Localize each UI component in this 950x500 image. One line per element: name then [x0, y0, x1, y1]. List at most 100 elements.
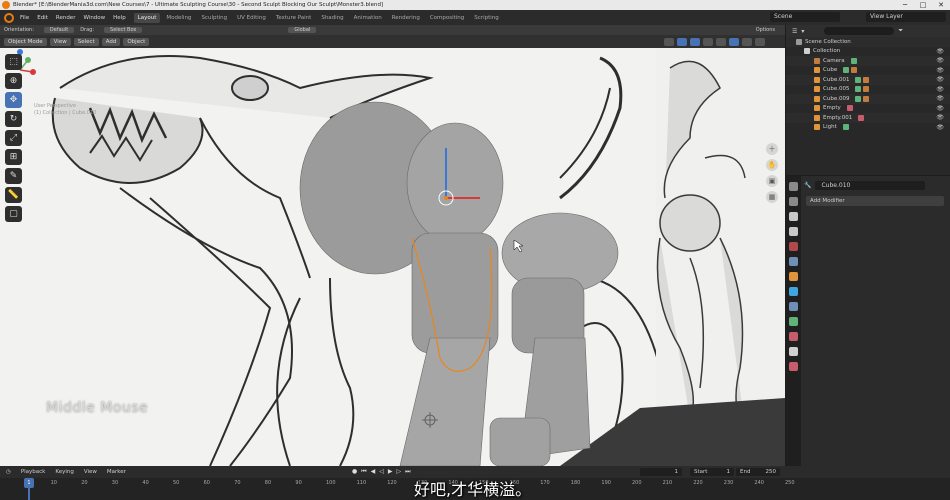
jump-start-icon[interactable]: ⏮ — [361, 468, 366, 476]
tab-scripting[interactable]: Scripting — [470, 13, 502, 23]
view-layer-tab-icon[interactable] — [789, 227, 798, 236]
active-object-field[interactable]: Cube.010 — [815, 180, 926, 190]
outliner-row-cube-009[interactable]: Cube.009 👁 — [786, 94, 950, 104]
add-modifier-dropdown[interactable]: Add Modifier — [806, 196, 944, 206]
tab-compositing[interactable]: Compositing — [426, 13, 468, 23]
tab-animation[interactable]: Animation — [350, 13, 386, 23]
object-tab-icon[interactable] — [789, 272, 798, 281]
visibility-icon[interactable] — [664, 37, 674, 46]
jump-end-icon[interactable]: ⏭ — [405, 468, 410, 476]
world-tab-icon[interactable] — [789, 257, 798, 266]
rendered-shading-icon[interactable] — [755, 37, 765, 46]
visibility-eye-icon[interactable]: 👁 — [936, 67, 944, 74]
menu-edit[interactable]: Edit — [37, 15, 48, 21]
tab-texture-paint[interactable]: Texture Paint — [272, 13, 316, 23]
constraints-tab-icon[interactable] — [789, 332, 798, 341]
visibility-eye-icon[interactable]: 👁 — [936, 48, 944, 55]
menu-render[interactable]: Render — [56, 15, 76, 21]
visibility-eye-icon[interactable]: 👁 — [936, 95, 944, 102]
play-icon[interactable]: ▶ — [388, 468, 393, 476]
tab-shading[interactable]: Shading — [317, 13, 347, 23]
camera-view-icon[interactable]: ▣ — [766, 175, 778, 187]
visibility-eye-icon[interactable]: 👁 — [936, 114, 944, 121]
outliner-editor-icon[interactable]: ☰ — [792, 28, 797, 35]
move-icon[interactable]: ✥ — [5, 92, 22, 108]
physics-tab-icon[interactable] — [789, 317, 798, 326]
outliner-row-light[interactable]: Light 👁 — [786, 123, 950, 133]
outliner-row-scene-collection[interactable]: Scene Collection — [786, 37, 950, 47]
select-menu[interactable]: Select — [73, 37, 99, 46]
object-menu[interactable]: Object — [123, 37, 150, 46]
outliner-row-empty-001[interactable]: Empty.001 👁 — [786, 113, 950, 123]
marker-menu[interactable]: Marker — [107, 469, 126, 475]
perspective-grid-icon[interactable]: ▦ — [766, 191, 778, 203]
play-reverse-icon[interactable]: ◁ — [379, 468, 384, 476]
measure-icon[interactable]: 📏 — [5, 187, 22, 203]
tab-sculpting[interactable]: Sculpting — [197, 13, 231, 23]
close-button[interactable]: ✕ — [932, 1, 950, 9]
scale-icon[interactable]: ⤢ — [5, 130, 22, 146]
annotate-icon[interactable]: ✎ — [5, 168, 22, 184]
cursor-icon[interactable]: ⊕ — [5, 73, 22, 89]
end-frame-field[interactable]: End 250 — [736, 468, 780, 476]
outliner-row-cube[interactable]: Cube 👁 — [786, 66, 950, 76]
gizmo-toggle-icon[interactable] — [677, 37, 687, 46]
outliner-row-cube-001[interactable]: Cube.001 👁 — [786, 75, 950, 85]
visibility-eye-icon[interactable]: 👁 — [936, 57, 944, 64]
tab-modeling[interactable]: Modeling — [162, 13, 195, 23]
menu-window[interactable]: Window — [83, 15, 105, 21]
transform-icon[interactable]: ⊞ — [5, 149, 22, 165]
tab-uv-editing[interactable]: UV Editing — [233, 13, 270, 23]
outliner-row-empty[interactable]: Empty 👁 — [786, 104, 950, 114]
menu-file[interactable]: File — [20, 15, 29, 21]
output-tab-icon[interactable] — [789, 212, 798, 221]
outliner-row-cube-005[interactable]: Cube.005 👁 — [786, 85, 950, 95]
xray-toggle-icon[interactable] — [703, 37, 713, 46]
minimize-button[interactable]: ─ — [896, 1, 914, 9]
view-menu[interactable]: View — [49, 37, 71, 46]
next-key-icon[interactable]: ▷ — [397, 468, 402, 476]
3d-viewport[interactable]: User Perspective (1) Collection | Cube.0… — [0, 48, 785, 466]
material-tab-icon[interactable] — [789, 362, 798, 371]
solid-shading-icon[interactable] — [729, 37, 739, 46]
visibility-eye-icon[interactable]: 👁 — [936, 86, 944, 93]
modifier-wrench-icon[interactable] — [789, 287, 798, 296]
drag-dropdown[interactable]: Select Box — [104, 27, 143, 33]
select-box-icon[interactable]: ⬚ — [5, 54, 22, 70]
view-layer-selector[interactable]: View Layer — [866, 12, 946, 22]
record-icon[interactable]: ● — [352, 468, 357, 476]
menu-help[interactable]: Help — [113, 15, 126, 21]
outliner-filter-funnel-icon[interactable]: ⏷ — [898, 27, 903, 35]
playhead[interactable]: 1 — [24, 478, 34, 488]
outliner-row-collection[interactable]: Collection 👁 — [786, 47, 950, 57]
scene-tab-icon[interactable] — [789, 242, 798, 251]
transform-orientation-dropdown[interactable]: Global — [288, 27, 317, 33]
add-cube-icon[interactable]: ▢ — [5, 206, 22, 222]
visibility-eye-icon[interactable]: 👁 — [936, 124, 944, 131]
start-frame-field[interactable]: Start 1 — [690, 468, 734, 476]
options-dropdown[interactable]: Options — [756, 27, 775, 33]
particles-tab-icon[interactable] — [789, 302, 798, 311]
tab-rendering[interactable]: Rendering — [388, 13, 424, 23]
tool-tab-icon[interactable] — [789, 182, 798, 191]
render-tab-icon[interactable] — [789, 197, 798, 206]
keying-menu[interactable]: Keying — [55, 469, 73, 475]
timeline-editor-icon[interactable]: ◷ — [6, 469, 11, 475]
outliner-filter-icon[interactable]: ▾ — [801, 28, 804, 35]
scene-selector[interactable]: Scene — [770, 12, 840, 22]
overlay-toggle-icon[interactable] — [690, 37, 700, 46]
visibility-eye-icon[interactable]: 👁 — [936, 76, 944, 83]
mode-selector[interactable]: Object Mode — [4, 37, 47, 46]
zoom-icon[interactable]: ＋ — [766, 143, 778, 155]
visibility-eye-icon[interactable]: 👁 — [936, 105, 944, 112]
wireframe-shading-icon[interactable] — [716, 37, 726, 46]
data-tab-icon[interactable] — [789, 347, 798, 356]
outliner-row-camera[interactable]: Camera 👁 — [786, 56, 950, 66]
blender-logo-icon[interactable] — [4, 12, 14, 23]
playback-menu[interactable]: Playback — [21, 469, 46, 475]
outliner-search-input[interactable] — [824, 27, 895, 35]
tab-layout[interactable]: Layout — [133, 12, 161, 23]
current-frame-field[interactable]: 1 — [640, 468, 682, 476]
maximize-button[interactable]: □ — [914, 1, 932, 9]
view-menu-timeline[interactable]: View — [84, 469, 97, 475]
